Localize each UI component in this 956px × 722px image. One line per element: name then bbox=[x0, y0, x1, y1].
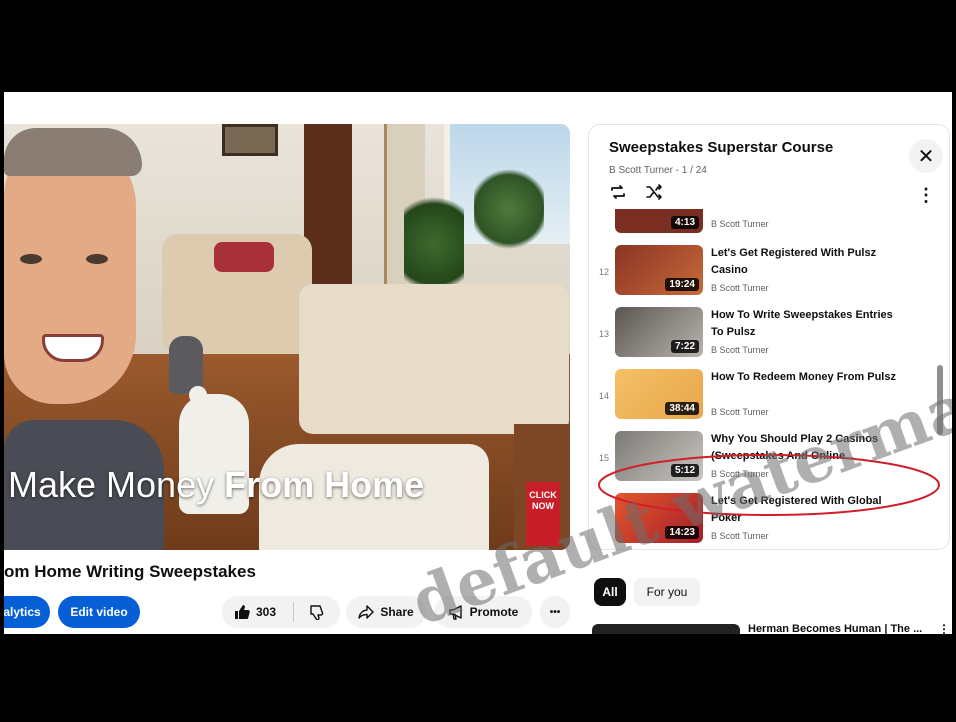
close-playlist-button[interactable]: ✕ bbox=[909, 139, 943, 173]
letterbox-bottom bbox=[0, 634, 956, 722]
share-label: Share bbox=[380, 605, 414, 619]
video-overlay-text: Make Money From Home bbox=[8, 464, 424, 506]
video-title: om Home Writing Sweepstakes bbox=[4, 562, 256, 581]
duration-badge: 4:13 bbox=[670, 216, 699, 229]
related-more-button[interactable]: ⋮ bbox=[938, 622, 950, 634]
like-dislike-group: 303 bbox=[222, 596, 340, 628]
loop-icon[interactable] bbox=[609, 183, 627, 201]
playlist-item[interactable]: 13 7:22 How To Write Sweepstakes Entries… bbox=[589, 307, 939, 363]
letterbox-top bbox=[0, 0, 956, 92]
youtube-studio-screen: Make Money From Home CLICK NOW om Home W… bbox=[4, 92, 952, 634]
video-thumbnail: 7:22 bbox=[615, 307, 703, 357]
edit-video-button[interactable]: Edit video bbox=[58, 596, 140, 628]
video-thumbnail: 38:44 bbox=[615, 369, 703, 419]
related-video-title[interactable]: Herman Becomes Human | The ... bbox=[748, 623, 922, 634]
analytics-button[interactable]: alytics bbox=[4, 596, 50, 628]
related-video-thumbnail[interactable] bbox=[592, 624, 740, 634]
thumbs-down-icon bbox=[310, 605, 324, 620]
dislike-button[interactable] bbox=[294, 604, 340, 620]
chip-for-you[interactable]: For you bbox=[634, 578, 700, 606]
video-thumbnail: 19:24 bbox=[615, 245, 703, 295]
overlay-bold: From Home bbox=[224, 464, 425, 505]
duration-badge: 7:22 bbox=[670, 340, 699, 353]
playlist-item[interactable]: 4:13 B Scott Turner bbox=[589, 209, 939, 239]
playlist-more-button[interactable]: ⋮ bbox=[917, 185, 935, 206]
chip-all[interactable]: All bbox=[594, 578, 626, 606]
duration-badge: 38:44 bbox=[665, 402, 699, 415]
shuffle-icon[interactable] bbox=[645, 183, 663, 201]
thumbs-up-icon bbox=[235, 605, 250, 619]
like-button[interactable]: 303 bbox=[222, 602, 294, 622]
duration-badge: 19:24 bbox=[665, 278, 699, 291]
more-actions-button[interactable]: ••• bbox=[540, 596, 570, 628]
video-player[interactable]: Make Money From Home CLICK NOW bbox=[4, 124, 570, 550]
overlay-regular: Make Money bbox=[8, 464, 215, 505]
share-icon bbox=[358, 605, 375, 619]
like-count: 303 bbox=[256, 605, 277, 619]
playlist-subtitle: B Scott Turner - 1 / 24 bbox=[609, 165, 707, 176]
playlist-item[interactable]: 12 19:24 Let's Get Registered With Pulsz… bbox=[589, 245, 939, 301]
video-thumbnail: 4:13 bbox=[615, 209, 703, 233]
playlist-title[interactable]: Sweepstakes Superstar Course bbox=[609, 139, 833, 156]
